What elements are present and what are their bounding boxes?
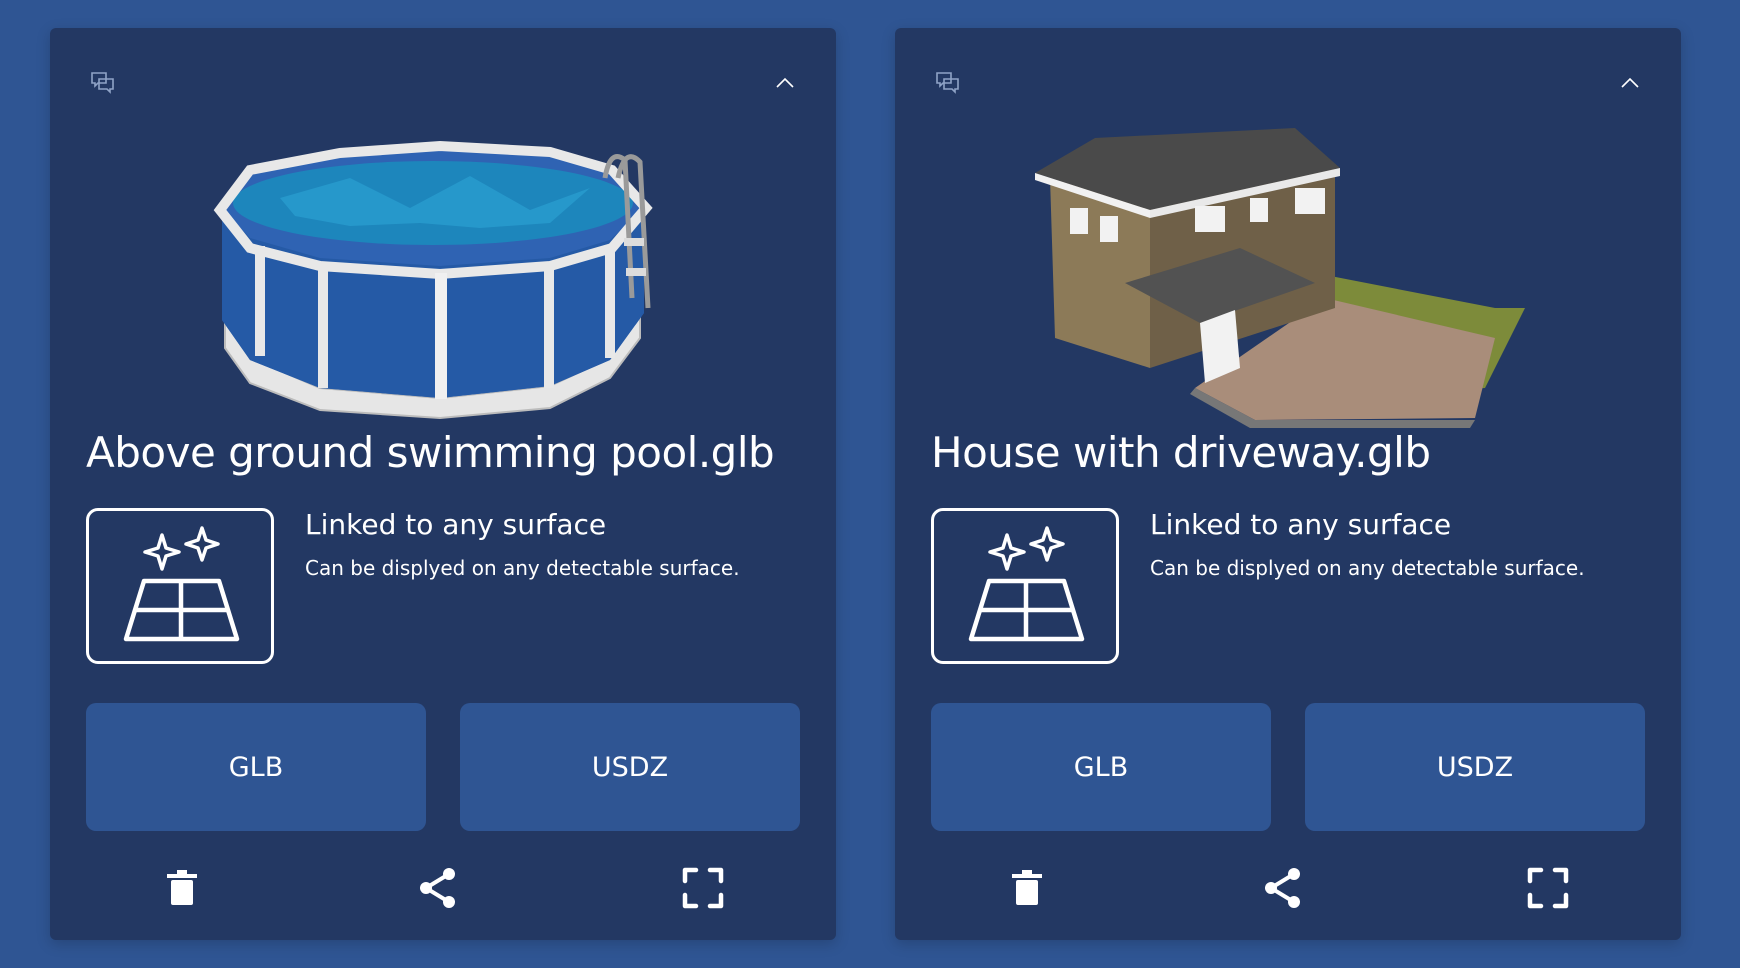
surface-sparkle-icon <box>123 526 240 642</box>
model-card-pool: Above ground swimming pool.glb Linked to… <box>50 28 836 940</box>
surface-title: Linked to any surface <box>305 508 607 541</box>
comment-icon[interactable] <box>90 70 116 96</box>
surface-placement-badge <box>931 508 1119 664</box>
surface-description: Can be displyed on any detectable surfac… <box>1150 556 1585 580</box>
share-icon[interactable] <box>1261 866 1305 910</box>
trash-icon[interactable] <box>1005 866 1049 910</box>
expand-icon[interactable] <box>681 866 725 910</box>
glb-button[interactable]: GLB <box>931 703 1271 831</box>
share-icon[interactable] <box>416 866 460 910</box>
model-title: House with driveway.glb <box>931 428 1431 477</box>
trash-icon[interactable] <box>160 866 204 910</box>
surface-placement-badge <box>86 508 274 664</box>
usdz-button[interactable]: USDZ <box>460 703 800 831</box>
expand-icon[interactable] <box>1526 866 1570 910</box>
glb-button[interactable]: GLB <box>86 703 426 831</box>
surface-title: Linked to any surface <box>1150 508 1452 541</box>
surface-sparkle-icon <box>968 526 1085 642</box>
chevron-up-icon[interactable] <box>774 72 796 94</box>
comment-icon[interactable] <box>935 70 961 96</box>
model-card-house: House with driveway.glb Linked to any su… <box>895 28 1681 940</box>
surface-description: Can be displyed on any detectable surfac… <box>305 556 740 580</box>
chevron-up-icon[interactable] <box>1619 72 1641 94</box>
usdz-button[interactable]: USDZ <box>1305 703 1645 831</box>
model-title: Above ground swimming pool.glb <box>86 428 775 477</box>
model-preview-image[interactable] <box>895 98 1681 428</box>
model-preview-image[interactable] <box>50 98 836 428</box>
